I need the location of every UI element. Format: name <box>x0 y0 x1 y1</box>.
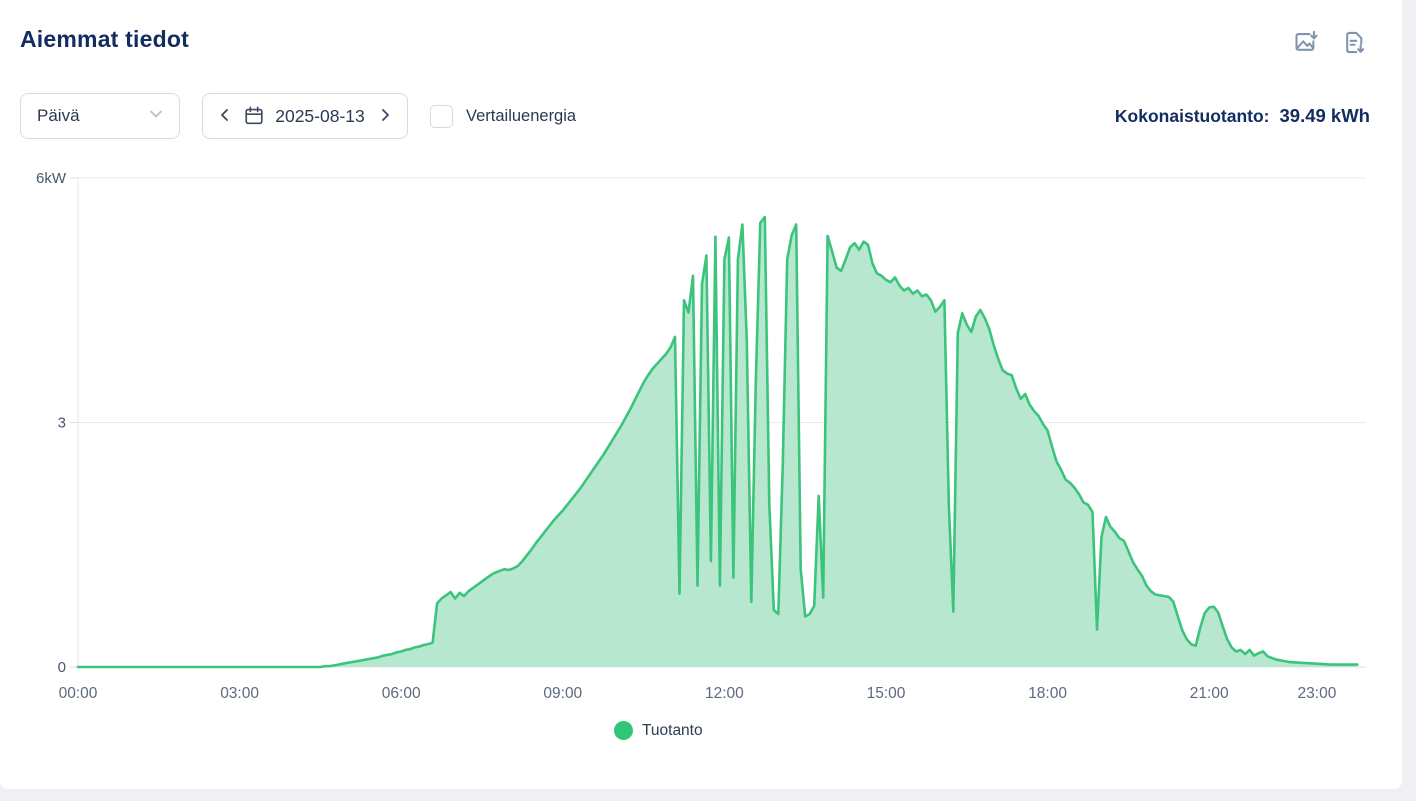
calendar-icon <box>243 105 265 127</box>
header-actions <box>1292 29 1368 56</box>
production-area-chart: 6kW 3 0 00:00 03:00 06:00 09:00 12:00 15:00 18:00… <box>0 150 1416 760</box>
page-title: Aiemmat tiedot <box>20 26 189 53</box>
total-production-label: Kokonaistuotanto: <box>1115 106 1270 127</box>
x-tick-label: 09:00 <box>543 685 582 702</box>
x-tick-label: 03:00 <box>220 685 259 702</box>
chevron-right-icon <box>377 107 393 126</box>
x-tick-label: 21:00 <box>1190 685 1229 702</box>
total-production: Kokonaistuotanto: 39.49 kWh <box>1115 93 1370 139</box>
x-tick-label: 23:00 <box>1298 685 1337 702</box>
period-select[interactable]: Päivä <box>20 93 180 139</box>
total-production-value: 39.49 kWh <box>1280 105 1371 127</box>
x-tick-label: 12:00 <box>705 685 744 702</box>
image-download-icon <box>1292 44 1319 59</box>
y-tick-label: 6kW <box>36 170 67 187</box>
chevron-left-icon <box>217 107 233 126</box>
x-tick-label: 18:00 <box>1028 685 1067 702</box>
chart-canvas: 6kW 3 0 00:00 03:00 06:00 09:00 12:00 15:00 18:00… <box>0 150 1416 760</box>
chart-legend[interactable]: Tuotanto <box>614 721 703 740</box>
comparison-energy-control: Vertailuenergia <box>430 93 576 139</box>
chevron-down-icon <box>147 105 165 128</box>
date-picker: 2025-08-13 <box>202 93 408 139</box>
selected-date[interactable]: 2025-08-13 <box>265 106 375 127</box>
export-image-button[interactable] <box>1292 29 1319 56</box>
document-download-icon <box>1341 44 1368 59</box>
legend-label-tuotanto: Tuotanto <box>642 722 703 740</box>
comparison-checkbox[interactable] <box>430 105 453 128</box>
page-background: Aiemmat tiedot <box>0 0 1416 801</box>
legend-dot-tuotanto <box>614 721 633 740</box>
x-tick-label: 06:00 <box>382 685 421 702</box>
next-day-button[interactable] <box>375 105 395 128</box>
x-tick-label: 00:00 <box>59 685 98 702</box>
x-tick-label: 15:00 <box>867 685 906 702</box>
controls-row: Päivä <box>0 93 1402 139</box>
y-tick-label: 0 <box>58 659 66 676</box>
y-tick-label: 3 <box>58 415 66 432</box>
previous-day-button[interactable] <box>215 105 235 128</box>
history-panel: Aiemmat tiedot <box>0 0 1402 789</box>
export-report-button[interactable] <box>1341 29 1368 56</box>
comparison-checkbox-label: Vertailuenergia <box>466 107 576 126</box>
period-select-value: Päivä <box>37 106 80 126</box>
